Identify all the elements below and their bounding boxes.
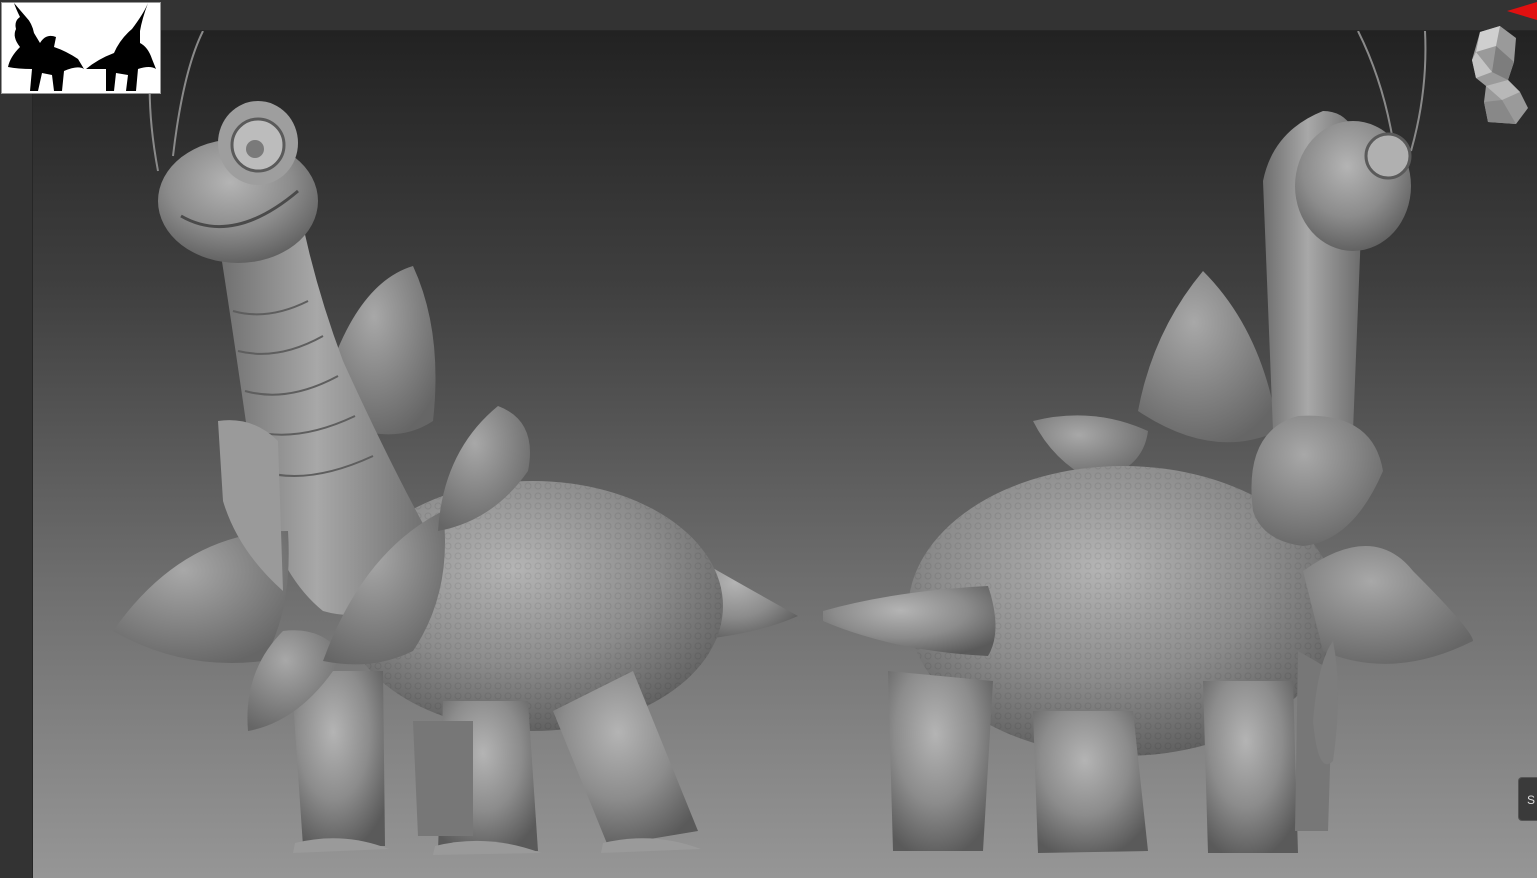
silhouette-preview-icon — [8, 3, 156, 91]
view-navigator[interactable] — [1462, 22, 1532, 128]
dino-back-view — [823, 31, 1473, 853]
red-triangle-marker-icon — [1507, 2, 1537, 20]
right-tray-tab[interactable]: S — [1518, 777, 1537, 821]
3d-viewport-canvas[interactable] — [33, 31, 1537, 878]
silhouette-thumbnail[interactable] — [1, 2, 161, 94]
sculpt-render — [113, 31, 1473, 855]
right-tray-tab-label: S — [1526, 793, 1535, 807]
sculpting-app-window: S — [0, 0, 1537, 878]
red-triangle-marker — [1505, 2, 1537, 20]
left-shelf — [0, 30, 33, 878]
top-toolbar — [0, 0, 1537, 31]
head-navigator-icon — [1472, 26, 1528, 124]
dino-front-view — [113, 31, 798, 855]
